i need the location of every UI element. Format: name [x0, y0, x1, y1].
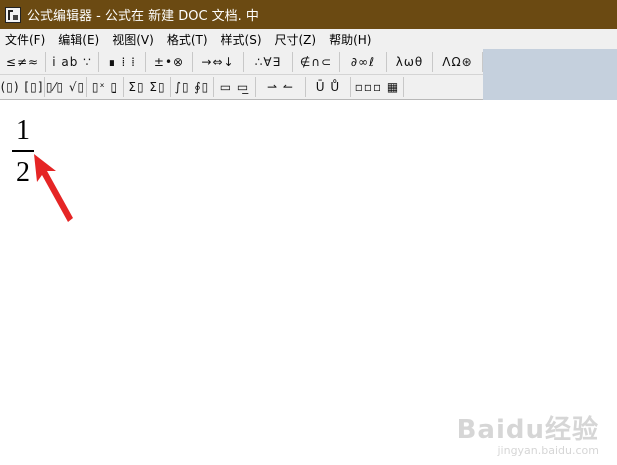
- red-annotation-arrow-icon: [34, 154, 73, 222]
- baidu-jingyan-watermark: Baidu经验 jingyan.baidu.com: [457, 409, 599, 457]
- watermark-logo-text: Baidu经验: [456, 415, 599, 445]
